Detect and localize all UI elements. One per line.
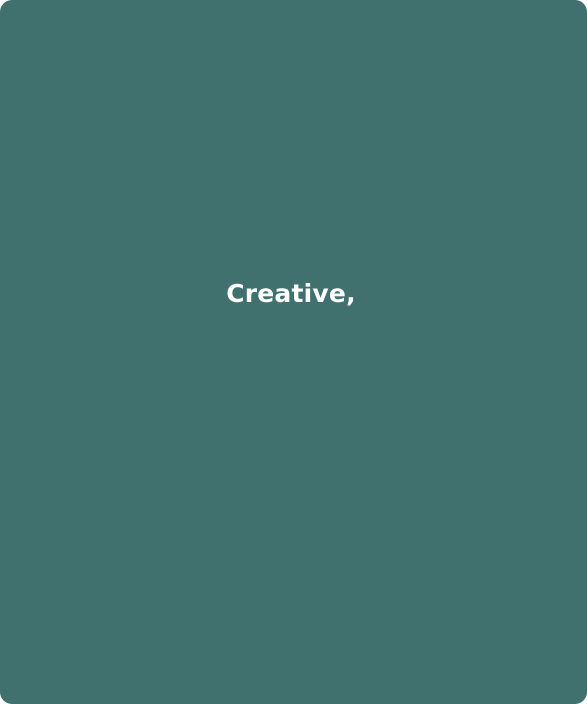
card-headline: Creative, xyxy=(226,279,356,308)
content-card: Creative, xyxy=(0,0,587,704)
